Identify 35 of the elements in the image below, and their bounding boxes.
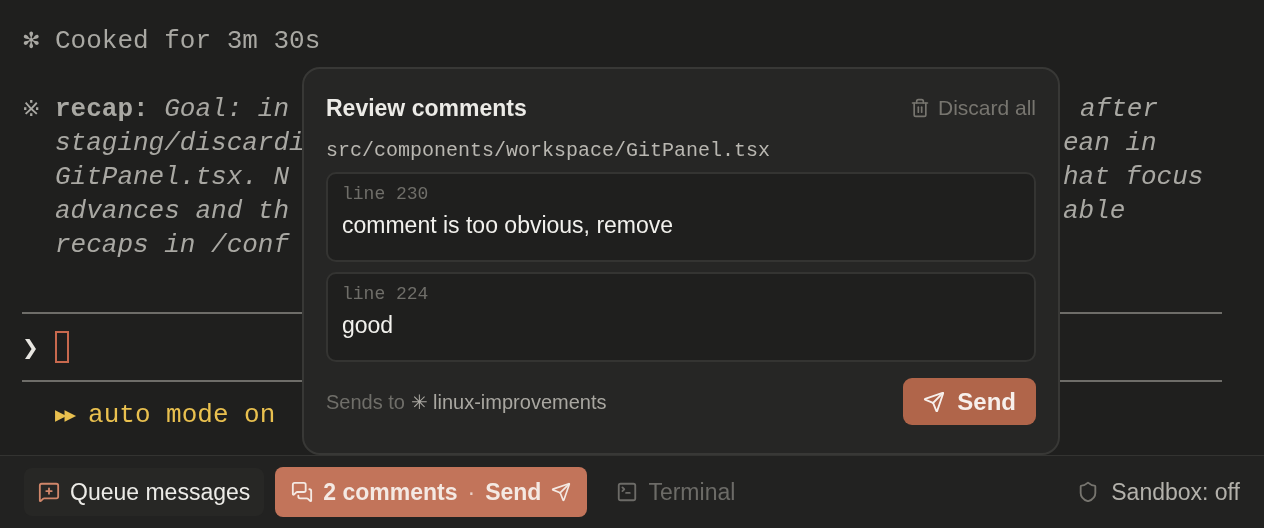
recap-text: after [1080, 93, 1158, 126]
recap-text: GitPanel.tsx. N [55, 161, 290, 194]
sandbox-toggle[interactable]: Sandbox: off [1077, 478, 1240, 506]
recap-text: advances and th [55, 195, 290, 228]
send-button[interactable]: Send [903, 378, 1036, 425]
recap-text: hat focus [1063, 161, 1204, 194]
popover-title: Review comments [326, 94, 527, 122]
recap-text: ean in [1063, 127, 1157, 160]
mode-icon: ▶▶ [55, 398, 75, 432]
recap-label: recap: [55, 93, 149, 126]
recap-text: able [1063, 195, 1126, 228]
recap-text: Goal: in [164, 93, 290, 126]
comment-text: comment is too obvious, remove [342, 212, 675, 239]
send-icon [923, 390, 946, 413]
line-number: line 224 [342, 284, 430, 304]
send-icon [551, 482, 572, 502]
terminal-icon [616, 481, 639, 503]
prompt-chevron: ❯ [22, 334, 40, 361]
comment-card[interactable]: line 224 good [326, 272, 1036, 362]
text-cursor [55, 331, 69, 363]
sends-to-text: Sends to ✳ linux-improvements [326, 389, 607, 414]
trash-icon [909, 98, 930, 118]
line-number: line 230 [342, 184, 430, 204]
status-text: Cooked for 3m 30s [55, 25, 321, 58]
recap-text: recaps in /conf [55, 229, 290, 262]
file-path: src/components/workspace/GitPanel.tsx [326, 139, 772, 162]
queue-messages-button[interactable]: Queue messages [24, 468, 265, 516]
chat-bubbles-icon [291, 481, 314, 503]
comment-text: good [342, 312, 395, 339]
reference-mark-icon: ※ [22, 92, 55, 126]
asterisk-icon: ✻ [22, 24, 55, 58]
mode-text: auto mode on [88, 399, 276, 432]
recap-text: staging/discardi [55, 127, 305, 160]
message-plus-icon [38, 481, 60, 503]
comment-card[interactable]: line 230 comment is too obvious, remove [326, 172, 1036, 262]
